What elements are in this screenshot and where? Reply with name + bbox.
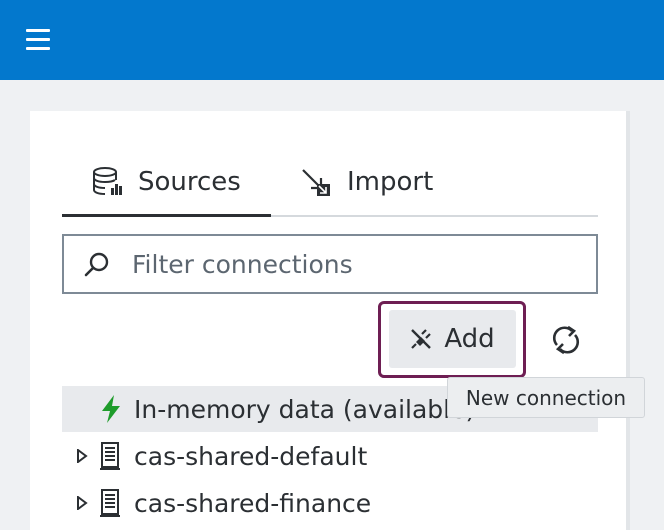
refresh-icon (552, 325, 580, 355)
connection-label: cas-shared-default (134, 441, 368, 471)
tab-import[interactable]: Import (271, 157, 598, 207)
expand-arrow-icon[interactable] (76, 496, 88, 510)
refresh-button[interactable] (548, 322, 584, 358)
add-connection-icon (411, 329, 432, 349)
connection-row-cas-shared-default[interactable]: cas-shared-default (62, 433, 598, 479)
database-icon (93, 167, 122, 195)
app-header (0, 0, 664, 80)
filter-connections-input[interactable] (132, 244, 582, 284)
import-icon (302, 169, 330, 196)
server-icon (100, 442, 120, 470)
connection-label: cas-shared-finance (134, 488, 372, 518)
add-connection-tooltip: New connection (447, 377, 645, 418)
search-icon (84, 252, 109, 277)
connection-row-cas-shared-finance[interactable]: cas-shared-finance (62, 480, 598, 526)
expand-arrow-icon[interactable] (76, 449, 88, 463)
tab-sources[interactable]: Sources (62, 157, 271, 207)
active-tab-indicator (62, 214, 271, 217)
connection-label: In-memory data (available) (134, 394, 476, 424)
lightning-icon (102, 395, 120, 423)
menu-icon[interactable] (26, 29, 50, 51)
add-button-label: Add (444, 324, 495, 354)
add-connection-button[interactable]: Add (389, 310, 516, 368)
tab-sources-label: Sources (138, 167, 241, 197)
server-icon (100, 489, 120, 517)
tab-import-label: Import (347, 167, 434, 197)
filter-connections-field (62, 234, 598, 294)
